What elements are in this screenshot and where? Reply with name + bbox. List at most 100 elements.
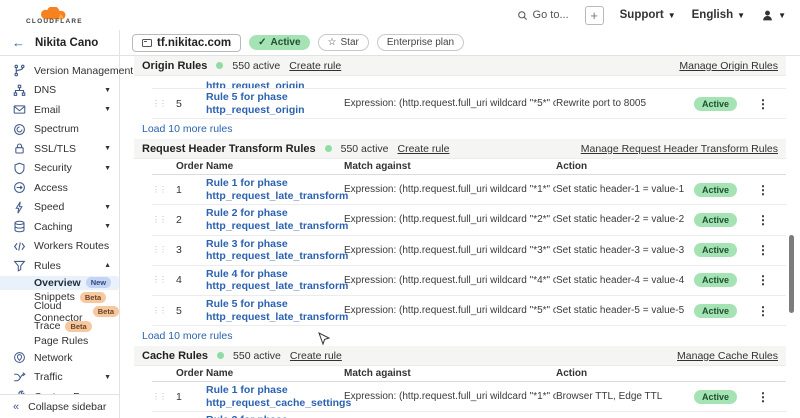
browser-icon [142,39,152,47]
sidebar-item-access[interactable]: Access [0,178,119,198]
sidebar-item-overview[interactable]: Overview New [0,276,119,291]
active-count: 550 active [233,350,281,362]
pin-icon [13,351,26,364]
chevron-down-icon: ▼ [104,374,111,381]
account-name: Nikita Cano [35,37,98,49]
kebab-menu-icon[interactable]: ⋮ [757,273,769,287]
sidebar-item-trace[interactable]: Trace Beta [0,319,119,334]
sidebar-item-dns[interactable]: DNS ▼ [0,81,119,101]
sidebar-item-page-rules[interactable]: Page Rules [0,334,119,349]
create-rule-link[interactable]: Create rule [398,143,450,155]
kebab-menu-icon[interactable]: ⋮ [757,243,769,257]
sidebar-item-email[interactable]: Email ▼ [0,100,119,120]
kebab-menu-icon[interactable]: ⋮ [757,213,769,227]
goto-search[interactable]: Go to... [517,9,569,21]
workers-icon [13,240,26,253]
status-badge: Active [694,213,737,227]
sidebar-item-network[interactable]: Network [0,348,119,368]
sidebar-item-cloud-connector[interactable]: Cloud Connector Beta [0,305,119,320]
user-icon [761,9,774,22]
rule-name-link[interactable]: Rule 1 for phasehttp_request_late_transf… [206,177,344,202]
table-row: ⋮⋮ 5 Rule 5 for phase http_request_origi… [152,88,786,119]
kebab-menu-icon[interactable]: ⋮ [757,97,769,111]
section-title: Origin Rules [142,60,207,72]
status-badge: Active [694,273,737,287]
email-icon [13,103,26,116]
collapse-sidebar-button[interactable]: « Collapse sidebar [0,394,119,418]
partial-rule-row: http_request_origin [206,76,786,88]
sidebar-item-ssl-tls[interactable]: SSL/TLS ▼ [0,139,119,159]
create-rule-link[interactable]: Create rule [289,60,341,72]
rule-name-link[interactable]: Rule 5 for phasehttp_request_late_transf… [206,298,344,323]
cloudflare-logo[interactable]: CLOUDFLARE [26,7,83,26]
support-menu[interactable]: Support ▼ [620,9,676,21]
table-row: ⋮⋮ 2 Rule 2 for phasehttp_request_late_t… [152,205,786,235]
plan-badge: Enterprise plan [377,34,464,51]
rule-name-link[interactable]: Rule 5 for phase http_request_origin [206,91,344,116]
sidebar-item-spectrum[interactable]: Spectrum [0,120,119,140]
drag-handle-icon[interactable]: ⋮⋮ [152,186,176,194]
database-icon [13,220,26,233]
search-icon [517,10,528,21]
active-dot-icon [217,352,224,359]
access-icon [13,181,26,194]
chevron-down-icon: ▼ [668,11,676,20]
chevron-down-icon: ▼ [104,145,111,152]
manage-cache-rules-link[interactable]: Manage Cache Rules [677,350,778,362]
sidebar-item-rules[interactable]: Rules ▲ [0,256,119,276]
table-row: ⋮⋮ 3 Rule 3 for phasehttp_request_late_t… [152,236,786,266]
drag-handle-icon[interactable]: ⋮⋮ [152,216,176,224]
traffic-icon [13,371,26,384]
sidebar-item-speed[interactable]: Speed ▼ [0,198,119,218]
chevron-down-icon: ▼ [104,204,111,211]
zone-status-badge: ✓ Active [249,35,309,50]
domain-name: tf.nikitac.com [157,37,231,49]
language-menu[interactable]: English ▼ [692,9,745,21]
sidebar-item-traffic[interactable]: Traffic ▼ [0,368,119,388]
transform-rules-header: Request Header Transform Rules 550 activ… [134,139,786,159]
kebab-menu-icon[interactable]: ⋮ [757,304,769,318]
sidebar-item-workers-routes[interactable]: Workers Routes [0,237,119,257]
load-more-link[interactable]: Load 10 more rules [134,119,786,139]
branch-icon [13,64,26,77]
chevron-down-icon: ▼ [737,11,745,20]
kebab-menu-icon[interactable]: ⋮ [757,390,769,404]
shield-icon [13,162,26,175]
drag-handle-icon[interactable]: ⋮⋮ [152,393,176,401]
table-column-headers: Order Name Match against Action [152,159,786,175]
collapse-icon: « [13,401,19,413]
rule-name-link[interactable]: Rule 2 for phasehttp_request_cache_setti… [206,414,344,418]
manage-transform-rules-link[interactable]: Manage Request Header Transform Rules [581,143,778,155]
account-menu[interactable]: ▼ [761,9,786,22]
chevron-down-icon: ▼ [104,165,111,172]
drag-handle-icon[interactable]: ⋮⋮ [152,100,176,108]
rule-order: 5 [176,98,206,110]
dns-icon [13,84,26,97]
load-more-link[interactable]: Load 10 more rules [134,326,786,346]
sidebar-item-security[interactable]: Security ▼ [0,159,119,179]
drag-handle-icon[interactable]: ⋮⋮ [152,246,176,254]
filter-icon [13,259,26,272]
rule-name-link[interactable]: Rule 1 for phasehttp_request_cache_setti… [206,384,344,409]
vertical-scrollbar[interactable] [789,235,794,313]
sidebar-item-version-management[interactable]: Version Management [0,61,119,81]
beta-badge: Beta [93,306,119,317]
back-arrow-icon[interactable]: ← [12,35,25,50]
sidebar-item-caching[interactable]: Caching ▼ [0,217,119,237]
drag-handle-icon[interactable]: ⋮⋮ [152,276,176,284]
status-badge: Active [694,243,737,257]
check-icon: ✓ [258,37,266,48]
rule-name-link[interactable]: Rule 2 for phasehttp_request_late_transf… [206,207,344,232]
active-dot-icon [325,145,332,152]
star-button[interactable]: ☆ Star [318,34,369,51]
table-row: ⋮⋮ 5 Rule 5 for phasehttp_request_late_t… [152,296,786,326]
rule-name-link[interactable]: Rule 4 for phasehttp_request_late_transf… [206,268,344,293]
create-rule-link[interactable]: Create rule [290,350,342,362]
status-badge: Active [694,97,737,111]
add-site-button[interactable]: + [585,6,604,25]
manage-origin-rules-link[interactable]: Manage Origin Rules [679,60,778,72]
domain-selector[interactable]: tf.nikitac.com [132,34,241,52]
kebab-menu-icon[interactable]: ⋮ [757,183,769,197]
drag-handle-icon[interactable]: ⋮⋮ [152,307,176,315]
rule-name-link[interactable]: Rule 3 for phasehttp_request_late_transf… [206,238,344,263]
